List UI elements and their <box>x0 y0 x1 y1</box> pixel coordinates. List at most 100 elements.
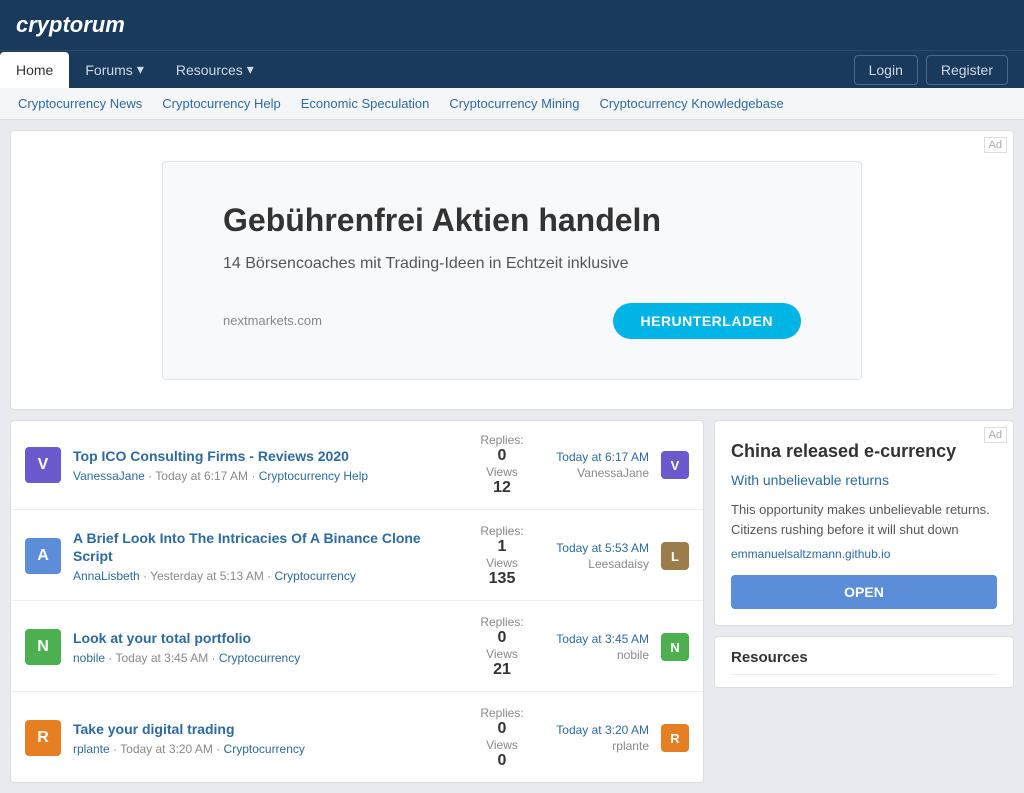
ad-domain: nextmarkets.com <box>223 313 322 328</box>
subnav-item-knowledgebase[interactable]: Cryptocurrency Knowledgebase <box>589 88 793 119</box>
views-count: 21 <box>493 661 511 679</box>
chevron-down-icon: ▾ <box>137 61 144 78</box>
main-nav: Home Forums ▾ Resources ▾ Login Register <box>0 50 1024 88</box>
thread-item: R Take your digital trading rplante · To… <box>11 694 703 782</box>
sidebar: Ad China released e-currency With unbeli… <box>714 420 1014 783</box>
avatar: V <box>25 447 61 483</box>
thread-meta: AnnaLisbeth · Yesterday at 5:13 AM · Cry… <box>73 569 455 583</box>
subnav-item-news[interactable]: Cryptocurrency News <box>8 88 152 119</box>
thread-author[interactable]: VanessaJane <box>73 469 145 483</box>
ad-title: Gebührenfrei Aktien handeln <box>223 202 801 239</box>
replies-count: 0 <box>498 720 507 738</box>
latest-row: Today at 3:45 AM nobile N <box>549 632 689 662</box>
sidebar-ad: Ad China released e-currency With unbeli… <box>714 420 1014 626</box>
login-button[interactable]: Login <box>854 55 918 85</box>
latest-user: Leesadaisy <box>588 557 649 571</box>
register-button[interactable]: Register <box>926 55 1008 85</box>
views-label: Views <box>486 556 518 570</box>
thread-item: A A Brief Look Into The Intricacies Of A… <box>11 512 703 601</box>
latest-avatar[interactable]: V <box>661 451 689 479</box>
thread-category[interactable]: Cryptocurrency <box>274 569 355 583</box>
nav-resources[interactable]: Resources ▾ <box>160 51 270 88</box>
thread-stats: Replies: 0 Views 21 <box>467 615 537 679</box>
thread-category[interactable]: Cryptocurrency <box>219 651 300 665</box>
latest-avatar[interactable]: R <box>661 724 689 752</box>
views-label: Views <box>486 465 518 479</box>
nav-home[interactable]: Home <box>0 52 69 88</box>
latest-time[interactable]: Today at 5:53 AM <box>556 541 649 555</box>
thread-author[interactable]: rplante <box>73 742 110 756</box>
thread-category[interactable]: Cryptocurrency Help <box>259 469 368 483</box>
replies-label: Replies: <box>480 615 523 629</box>
subnav-item-mining[interactable]: Cryptocurrency Mining <box>439 88 589 119</box>
nav-auth: Login Register <box>854 55 1024 85</box>
thread-stats: Replies: 0 Views 12 <box>467 433 537 497</box>
content-row: V Top ICO Consulting Firms - Reviews 202… <box>10 420 1014 783</box>
replies-count: 0 <box>498 629 507 647</box>
sidebar-ad-text: This opportunity makes unbelievable retu… <box>731 500 997 539</box>
thread-category[interactable]: Cryptocurrency <box>224 742 305 756</box>
sidebar-ad-title: China released e-currency <box>731 441 997 462</box>
thread-title[interactable]: Look at your total portfolio <box>73 629 455 647</box>
views-count: 0 <box>498 752 507 770</box>
subnav-item-speculation[interactable]: Economic Speculation <box>291 88 440 119</box>
avatar: R <box>25 720 61 756</box>
subnav: Cryptocurrency News Cryptocurrency Help … <box>0 88 1024 120</box>
latest-time[interactable]: Today at 3:45 AM <box>556 632 649 646</box>
replies-label: Replies: <box>480 433 523 447</box>
latest-time[interactable]: Today at 3:20 AM <box>556 723 649 737</box>
thread-title[interactable]: Take your digital trading <box>73 720 455 738</box>
sidebar-ad-open-button[interactable]: OPEN <box>731 575 997 609</box>
latest-row: Today at 5:53 AM Leesadaisy L <box>549 541 689 571</box>
thread-latest: Today at 5:53 AM Leesadaisy L <box>549 541 689 571</box>
latest-user: rplante <box>612 739 649 753</box>
subnav-item-help[interactable]: Cryptocurrency Help <box>152 88 291 119</box>
site-logo[interactable]: cryptorum <box>16 12 125 37</box>
replies-label: Replies: <box>480 706 523 720</box>
thread-list: V Top ICO Consulting Firms - Reviews 202… <box>10 420 704 783</box>
thread-author[interactable]: nobile <box>73 651 105 665</box>
avatar: N <box>25 629 61 665</box>
header: cryptorum <box>0 0 1024 50</box>
latest-info: Today at 3:20 AM rplante <box>556 723 649 753</box>
views-label: Views <box>486 647 518 661</box>
latest-avatar[interactable]: N <box>661 633 689 661</box>
thread-latest: Today at 3:20 AM rplante R <box>549 723 689 753</box>
thread-item: N Look at your total portfolio nobile · … <box>11 603 703 692</box>
ad-subtitle: 14 Börsencoaches mit Trading-Ideen in Ec… <box>223 255 801 273</box>
latest-info: Today at 3:45 AM nobile <box>556 632 649 662</box>
latest-time[interactable]: Today at 6:17 AM <box>556 450 649 464</box>
replies-count: 0 <box>498 447 507 465</box>
sidebar-ad-label: Ad <box>984 427 1007 443</box>
latest-user: nobile <box>617 648 649 662</box>
chevron-down-icon: ▾ <box>247 61 254 78</box>
thread-latest: Today at 3:45 AM nobile N <box>549 632 689 662</box>
ad-banner: Ad Gebührenfrei Aktien handeln 14 Börsen… <box>10 130 1014 410</box>
nav-forums[interactable]: Forums ▾ <box>69 51 159 88</box>
thread-info: Top ICO Consulting Firms - Reviews 2020 … <box>73 447 455 483</box>
latest-row: Today at 3:20 AM rplante R <box>549 723 689 753</box>
thread-meta: rplante · Today at 3:20 AM · Cryptocurre… <box>73 742 455 756</box>
ad-content: Gebührenfrei Aktien handeln 14 Börsencoa… <box>162 161 862 380</box>
sidebar-ad-domain: emmanuelsaltzmann.github.io <box>731 547 997 561</box>
thread-stats: Replies: 1 Views 135 <box>467 524 537 588</box>
latest-avatar[interactable]: L <box>661 542 689 570</box>
views-count: 135 <box>489 570 516 588</box>
replies-label: Replies: <box>480 524 523 538</box>
sidebar-ad-subtitle: With unbelievable returns <box>731 472 997 488</box>
thread-info: Look at your total portfolio nobile · To… <box>73 629 455 665</box>
avatar: A <box>25 538 61 574</box>
thread-item: V Top ICO Consulting Firms - Reviews 202… <box>11 421 703 510</box>
thread-latest: Today at 6:17 AM VanessaJane V <box>549 450 689 480</box>
ad-label: Ad <box>984 137 1007 153</box>
ad-footer: nextmarkets.com HERUNTERLADEN <box>223 303 801 339</box>
thread-title[interactable]: Top ICO Consulting Firms - Reviews 2020 <box>73 447 455 465</box>
thread-info: Take your digital trading rplante · Toda… <box>73 720 455 756</box>
sidebar-resources: Resources <box>714 636 1014 688</box>
latest-info: Today at 6:17 AM VanessaJane <box>556 450 649 480</box>
sidebar-resources-title: Resources <box>731 649 997 675</box>
thread-title[interactable]: A Brief Look Into The Intricacies Of A B… <box>73 529 455 565</box>
ad-download-button[interactable]: HERUNTERLADEN <box>613 303 802 339</box>
views-label: Views <box>486 738 518 752</box>
thread-author[interactable]: AnnaLisbeth <box>73 569 140 583</box>
